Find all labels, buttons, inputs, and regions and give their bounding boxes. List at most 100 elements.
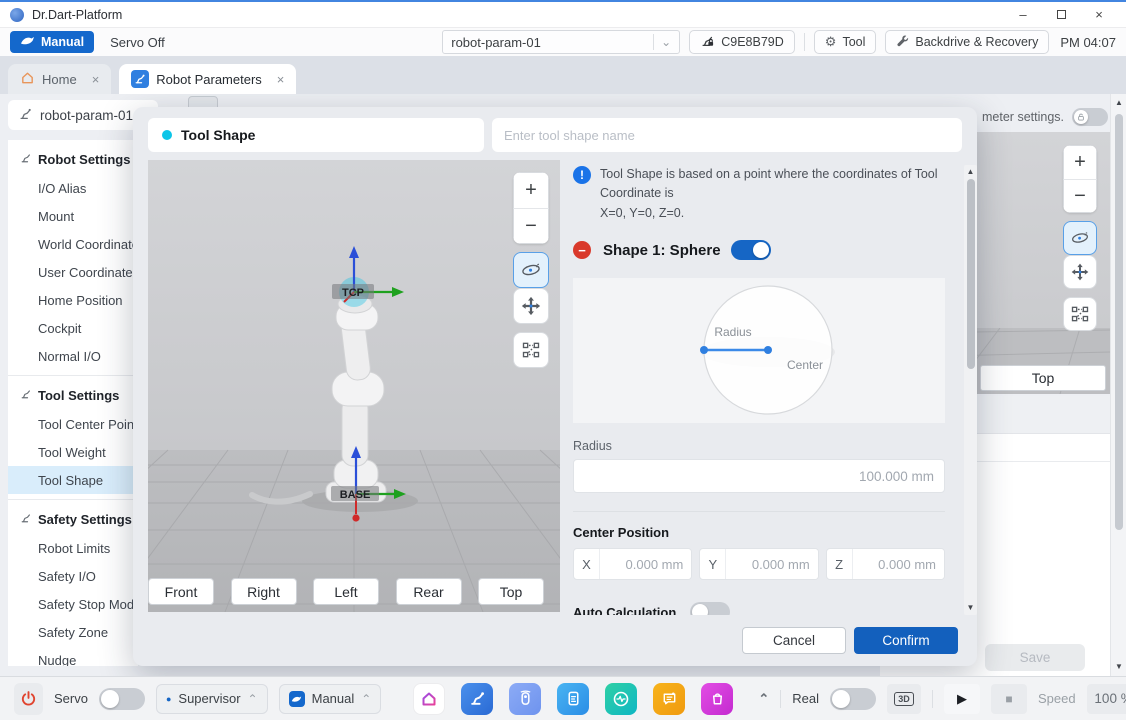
maximize-button[interactable] (1044, 4, 1078, 26)
radius-input[interactable] (573, 459, 945, 493)
app-cockpit-icon[interactable] (509, 683, 541, 715)
sidebar-item-normal-io[interactable]: Normal I/O (8, 342, 138, 370)
play-button[interactable]: ▶ (944, 684, 980, 714)
settings-lock-toggle[interactable] (1072, 108, 1108, 126)
device-id-button[interactable]: C9E8B79D (689, 30, 795, 54)
svg-text:BASE: BASE (340, 489, 371, 501)
window-title: Dr.Dart-Platform (32, 8, 122, 22)
viewport-controls: + − (513, 172, 549, 368)
measure-tool-button[interactable] (513, 332, 549, 368)
save-button[interactable]: Save (985, 644, 1085, 671)
manual-mode-button[interactable]: Manual (10, 31, 94, 53)
window-top-accent (0, 0, 1126, 2)
cancel-button[interactable]: Cancel (742, 627, 846, 654)
home-icon (20, 70, 35, 88)
dialog-3d-viewport[interactable]: TCP BASE + − (148, 160, 560, 612)
axis-z-label: Z (827, 549, 853, 579)
confirm-button[interactable]: Confirm (854, 627, 958, 654)
tool-shape-name-input[interactable] (492, 118, 962, 152)
scrollbar-thumb[interactable] (967, 179, 975, 369)
view-left-button[interactable]: Left (313, 578, 379, 605)
zoom-out-button[interactable]: − (1063, 179, 1097, 213)
view-front-button[interactable]: Front (148, 578, 214, 605)
center-z-input[interactable] (853, 549, 944, 579)
servo-label: Servo (54, 691, 88, 706)
sidebar-item-io-alias[interactable]: I/O Alias (8, 174, 138, 202)
info-line-1: Tool Shape is based on a point where the… (600, 167, 938, 200)
center-x-input[interactable] (600, 549, 691, 579)
sidebar-item-safety-stop-modes[interactable]: Safety Stop Modes (8, 590, 138, 618)
stop-button[interactable]: ■ (991, 684, 1027, 714)
scroll-down-icon[interactable]: ▼ (1111, 662, 1126, 672)
app-robot-settings-icon[interactable] (461, 683, 493, 715)
sidebar-item-safety-io[interactable]: Safety I/O (8, 562, 138, 590)
center-y-input[interactable] (726, 549, 817, 579)
remove-shape-icon[interactable]: − (573, 241, 591, 259)
sidebar-item-home-position[interactable]: Home Position (8, 286, 138, 314)
real-mode-toggle[interactable] (830, 688, 876, 710)
sidebar-item-robot-limits[interactable]: Robot Limits (8, 534, 138, 562)
scroll-up-icon[interactable]: ▲ (964, 167, 977, 177)
app-task-writer-icon[interactable] (557, 683, 589, 715)
role-dropdown[interactable]: ● Supervisor ⌃ (156, 684, 268, 714)
pan-tool-button[interactable] (513, 288, 549, 324)
auto-calculation-toggle[interactable] (690, 602, 730, 615)
close-tab-icon[interactable]: × (92, 72, 100, 87)
robot-parameters-icon (131, 70, 149, 88)
tab-robot-parameters[interactable]: Robot Parameters × (119, 64, 296, 94)
app-home-icon[interactable] (413, 683, 445, 715)
sidebar-item-mount[interactable]: Mount (8, 202, 138, 230)
titlebar: Dr.Dart-Platform – × (0, 2, 1126, 28)
app-task-editor-icon[interactable] (653, 683, 685, 715)
view-top-button[interactable]: Top (478, 578, 544, 605)
dock-collapse-icon[interactable]: ⌃ (758, 691, 769, 707)
zoom-in-button[interactable]: + (513, 172, 549, 208)
zoom-in-button[interactable]: + (1063, 145, 1097, 179)
minus-icon: − (1074, 185, 1086, 208)
tab-home[interactable]: Home × (8, 64, 111, 94)
scroll-up-icon[interactable]: ▲ (1111, 98, 1126, 108)
sidebar-section-robot-settings: Robot Settings I/O Alias Mount World Coo… (8, 140, 138, 370)
measure-tool-button[interactable] (1063, 297, 1097, 331)
close-button[interactable]: × (1082, 4, 1116, 26)
servo-toggle[interactable] (99, 688, 145, 710)
sidebar-item-safety-zone[interactable]: Safety Zone (8, 618, 138, 646)
speed-value[interactable]: 100 % (1087, 684, 1126, 714)
sidebar-item-tool-weight[interactable]: Tool Weight (8, 438, 138, 466)
robot-param-dropdown[interactable]: robot-param-01 ⌄ (442, 30, 680, 54)
minimize-icon: – (1019, 7, 1026, 22)
sidebar-item-cockpit[interactable]: Cockpit (8, 314, 138, 342)
sidebar-item-tool-shape[interactable]: Tool Shape (8, 466, 138, 494)
shape-enabled-toggle[interactable] (731, 240, 771, 260)
mode-dropdown[interactable]: Manual ⌃ (279, 684, 382, 714)
toolbar: Manual Servo Off robot-param-01 ⌄ C9E8B7… (0, 28, 1126, 56)
simulation-3d-button[interactable]: 3D (887, 684, 921, 714)
close-tab-icon[interactable]: × (277, 72, 285, 87)
sidebar-item-tool-center-point[interactable]: Tool Center Point (8, 410, 138, 438)
view-right-button[interactable]: Right (231, 578, 297, 605)
bottombar-right: Real 3D ▶ ■ Speed 100 % (780, 684, 1126, 714)
backdrive-recovery-button[interactable]: Backdrive & Recovery (885, 30, 1049, 54)
app-monitoring-icon[interactable] (605, 683, 637, 715)
real-label: Real (792, 691, 819, 706)
orbit-tool-button[interactable] (513, 252, 549, 288)
background-view-top-button[interactable]: Top (980, 365, 1106, 391)
app-store-icon[interactable] (701, 683, 733, 715)
scrollbar-thumb[interactable] (1115, 114, 1123, 530)
sidebar-item-nudge[interactable]: Nudge (8, 646, 138, 666)
scroll-down-icon[interactable]: ▼ (964, 603, 977, 613)
shape-settings-panel: ! Tool Shape is based on a point where t… (573, 165, 945, 615)
tool-shape-dialog: Tool Shape (133, 107, 977, 666)
orbit-tool-button[interactable] (1063, 221, 1097, 255)
tool-button[interactable]: ⚙ Tool (814, 30, 877, 54)
page-scrollbar[interactable]: ▲ ▼ (1110, 94, 1126, 676)
view-rear-button[interactable]: Rear (396, 578, 462, 605)
power-button[interactable] (14, 683, 43, 715)
param-header-label: robot-param-01 (40, 108, 133, 123)
minimize-button[interactable]: – (1006, 4, 1040, 26)
sidebar-item-world-coordinates[interactable]: World Coordinates (8, 230, 138, 258)
sidebar-item-user-coordinates[interactable]: User Coordinates (8, 258, 138, 286)
panel-scrollbar[interactable]: ▲ ▼ (964, 165, 977, 615)
zoom-out-button[interactable]: − (513, 208, 549, 244)
pan-tool-button[interactable] (1063, 255, 1097, 289)
